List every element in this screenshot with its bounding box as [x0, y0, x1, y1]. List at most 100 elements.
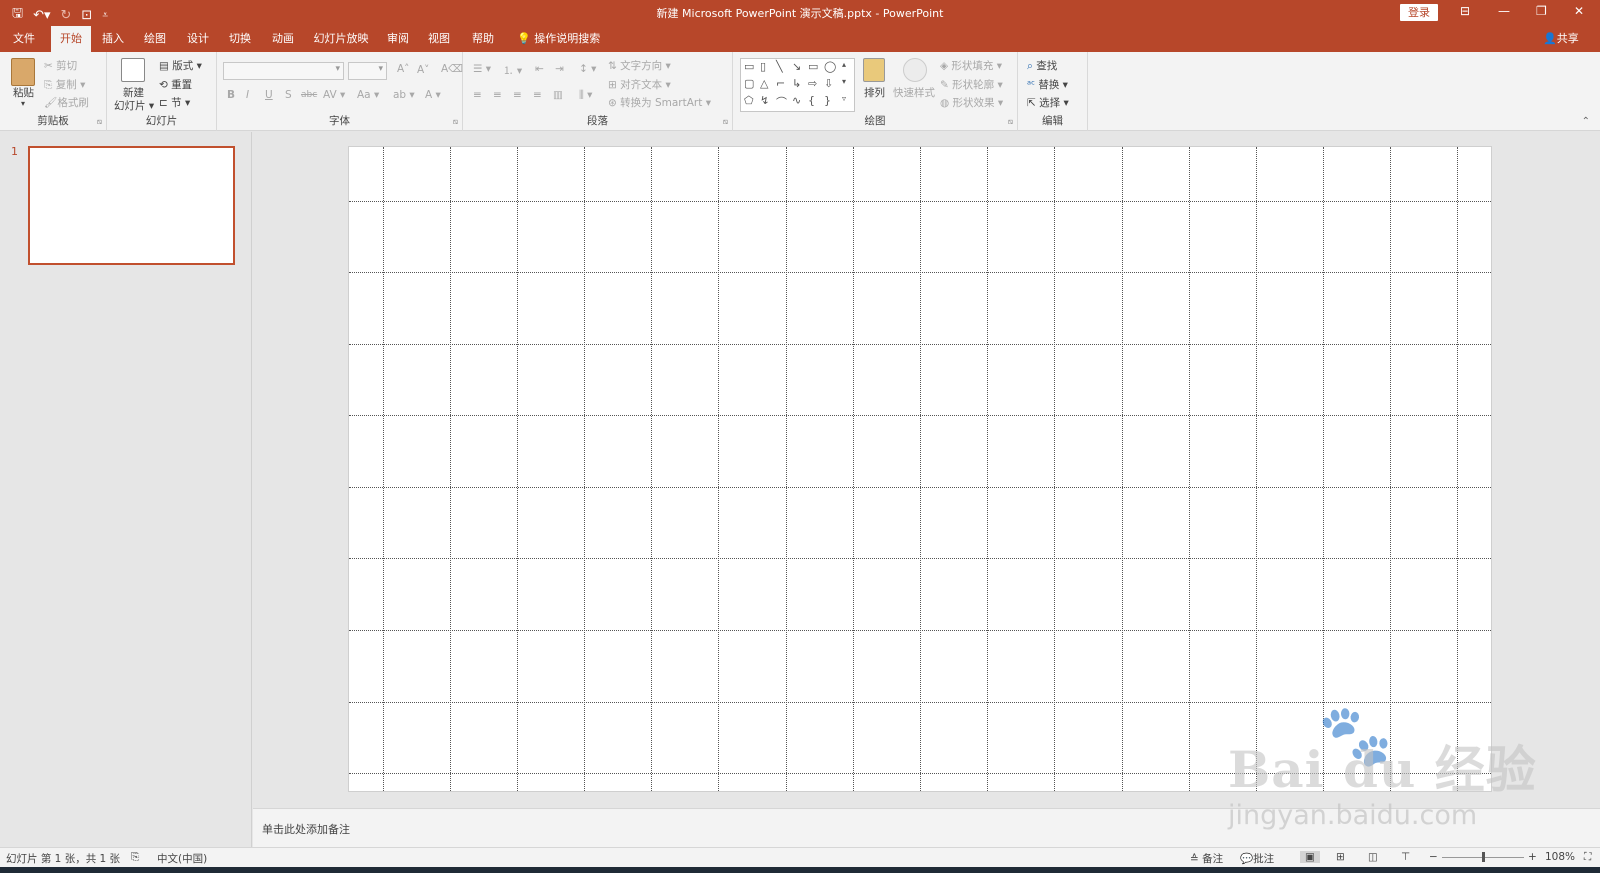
align-center-icon[interactable]: ≡	[493, 89, 502, 101]
paste-button[interactable]: 粘贴	[13, 85, 34, 100]
layout-button[interactable]: ▤ 版式 ▾	[159, 58, 202, 73]
elbow-arrow-shape-icon[interactable]: ↳	[792, 77, 801, 90]
zoom-level[interactable]: 108%	[1545, 851, 1575, 863]
shrink-font-icon[interactable]: A˅	[417, 64, 429, 76]
close-icon[interactable]: ✕	[1574, 4, 1584, 18]
down-arrow-shape-icon[interactable]: ⇩	[824, 77, 833, 90]
shape-outline-button[interactable]: ✎ 形状轮廓 ▾	[940, 77, 1003, 92]
minimize-icon[interactable]: —	[1498, 4, 1510, 18]
tab-review[interactable]: 审阅	[382, 26, 414, 52]
italic-icon[interactable]: I	[246, 89, 249, 101]
gallery-scroll-up-icon[interactable]: ▴	[842, 60, 846, 69]
comments-toggle[interactable]: 💬批注	[1240, 851, 1274, 866]
rounded-rectangle-shape-icon[interactable]: ▢	[744, 77, 754, 90]
gallery-more-icon[interactable]: ▿	[842, 94, 846, 103]
tab-file[interactable]: 文件	[8, 26, 40, 52]
right-arrow-shape-icon[interactable]: ⇨	[808, 77, 817, 90]
textbox-shape-icon[interactable]: ▭	[744, 60, 754, 73]
rectangle-shape-icon[interactable]: ▭	[808, 60, 818, 73]
grow-font-icon[interactable]: A˄	[397, 63, 409, 75]
copy-button[interactable]: ⎘ 复制 ▾	[44, 77, 85, 92]
elbow-connector-shape-icon[interactable]: ⌐	[776, 77, 785, 90]
spell-check-icon[interactable]: ⎘	[131, 851, 139, 864]
zoom-out-icon[interactable]: −	[1429, 851, 1438, 863]
share-button[interactable]: 👤共享	[1543, 26, 1579, 52]
tell-me-search[interactable]: 💡 操作说明搜索	[517, 26, 600, 52]
bold-icon[interactable]: B	[227, 89, 235, 101]
increase-indent-icon[interactable]: ⇥	[555, 63, 564, 75]
arrow-line-shape-icon[interactable]: ↘	[792, 60, 801, 73]
tab-insert[interactable]: 插入	[97, 26, 129, 52]
font-name-combo[interactable]	[223, 62, 344, 80]
slideshow-view-icon[interactable]: ⊤	[1401, 851, 1410, 863]
left-brace-shape-icon[interactable]: {	[808, 94, 815, 107]
tab-home[interactable]: 开始	[51, 26, 91, 52]
align-text-button[interactable]: ⊞ 对齐文本 ▾	[608, 77, 671, 92]
restore-icon[interactable]: ❐	[1536, 4, 1547, 18]
bullets-icon[interactable]: ☰ ▾	[473, 63, 491, 75]
zoom-slider-thumb[interactable]	[1482, 852, 1485, 862]
text-direction-button[interactable]: ⇅ 文字方向 ▾	[608, 58, 671, 73]
slide-sorter-icon[interactable]: ⊞	[1336, 851, 1345, 863]
section-button[interactable]: ⊏ 节 ▾	[159, 95, 190, 110]
zoom-in-icon[interactable]: +	[1528, 851, 1537, 863]
new-slide-button-label[interactable]: 幻灯片 ▾	[114, 98, 154, 113]
strikethrough-icon[interactable]: abc	[301, 90, 317, 100]
tab-slideshow[interactable]: 幻灯片放映	[310, 26, 372, 52]
tab-animations[interactable]: 动画	[267, 26, 299, 52]
ribbon-display-options-icon[interactable]: ⊟	[1460, 4, 1470, 18]
arrange-button[interactable]: 排列	[864, 85, 885, 100]
character-spacing-icon[interactable]: AV ▾	[323, 89, 345, 101]
arrange-icon[interactable]	[863, 58, 885, 82]
convert-smartart-button[interactable]: ⊛ 转换为 SmartArt ▾	[608, 95, 711, 110]
language-indicator[interactable]: 中文(中国)	[157, 851, 207, 866]
line-spacing-icon[interactable]: ↕ ▾	[579, 63, 596, 75]
align-right-icon[interactable]: ≡	[513, 89, 522, 101]
dialog-launcher-icon[interactable]: ⧅	[1008, 117, 1013, 127]
tab-design[interactable]: 设计	[182, 26, 214, 52]
format-painter-button[interactable]: 🖌格式刷	[44, 95, 89, 110]
curve-shape-icon[interactable]: ⌒	[776, 94, 787, 110]
tab-help[interactable]: 帮助	[467, 26, 499, 52]
login-button[interactable]: 登录	[1400, 4, 1438, 21]
font-color-icon[interactable]: A ▾	[425, 89, 441, 101]
clear-formatting-icon[interactable]: A⌫	[441, 63, 463, 75]
highlight-color-icon[interactable]: ab ▾	[393, 89, 415, 101]
scribble-shape-icon[interactable]: ∿	[792, 94, 801, 107]
triangle-shape-icon[interactable]: △	[760, 77, 768, 90]
normal-view-icon[interactable]: ▣	[1300, 851, 1320, 863]
decrease-indent-icon[interactable]: ⇤	[535, 63, 544, 75]
columns-icon[interactable]: ⫼ ▾	[579, 89, 592, 102]
tab-draw[interactable]: 绘图	[139, 26, 171, 52]
slide-thumbnail[interactable]	[28, 146, 235, 265]
shape-fill-button[interactable]: ◈ 形状填充 ▾	[940, 58, 1002, 73]
pentagon-shape-icon[interactable]: ⬠	[744, 94, 754, 107]
notes-toggle[interactable]: ≙ 备注	[1190, 851, 1223, 866]
dialog-launcher-icon[interactable]: ⧅	[723, 117, 728, 127]
fit-to-window-icon[interactable]: ⛶	[1584, 851, 1591, 864]
tab-view[interactable]: 视图	[423, 26, 455, 52]
gallery-scroll-down-icon[interactable]: ▾	[842, 77, 846, 86]
select-button[interactable]: ⇱ 选择 ▾	[1027, 95, 1069, 110]
font-size-combo[interactable]	[348, 62, 387, 80]
shapes-gallery[interactable]: ▭ ▯ ╲ ↘ ▭ ◯ ▢ △ ⌐ ↳ ⇨ ⇩ ⬠ ↯ ⌒ ∿ { } ▴ ▾ …	[740, 58, 855, 112]
reset-button[interactable]: ⟲ 重置	[159, 77, 192, 92]
line-shape-icon[interactable]: ╲	[776, 60, 783, 73]
paste-icon[interactable]	[11, 58, 35, 86]
dialog-launcher-icon[interactable]: ⧅	[453, 117, 458, 127]
find-button[interactable]: ⌕ 查找	[1027, 58, 1057, 73]
change-case-icon[interactable]: Aa ▾	[357, 89, 379, 101]
shadow-icon[interactable]: S	[285, 89, 292, 101]
reading-view-icon[interactable]: ◫	[1368, 851, 1378, 863]
freeform-shape-icon[interactable]: ↯	[760, 94, 769, 107]
oval-shape-icon[interactable]: ◯	[824, 60, 836, 73]
collapse-ribbon-icon[interactable]: ⌃	[1582, 116, 1590, 127]
new-slide-icon[interactable]	[121, 58, 145, 82]
shape-effects-button[interactable]: ◍ 形状效果 ▾	[940, 95, 1003, 110]
slide-canvas[interactable]	[348, 146, 1492, 792]
dialog-launcher-icon[interactable]: ⧅	[97, 117, 102, 127]
numbering-icon[interactable]: ⒈ ▾	[503, 63, 522, 78]
quick-styles-button[interactable]: 快速样式	[893, 85, 935, 100]
underline-icon[interactable]: U	[265, 89, 273, 101]
right-brace-shape-icon[interactable]: }	[824, 94, 831, 107]
